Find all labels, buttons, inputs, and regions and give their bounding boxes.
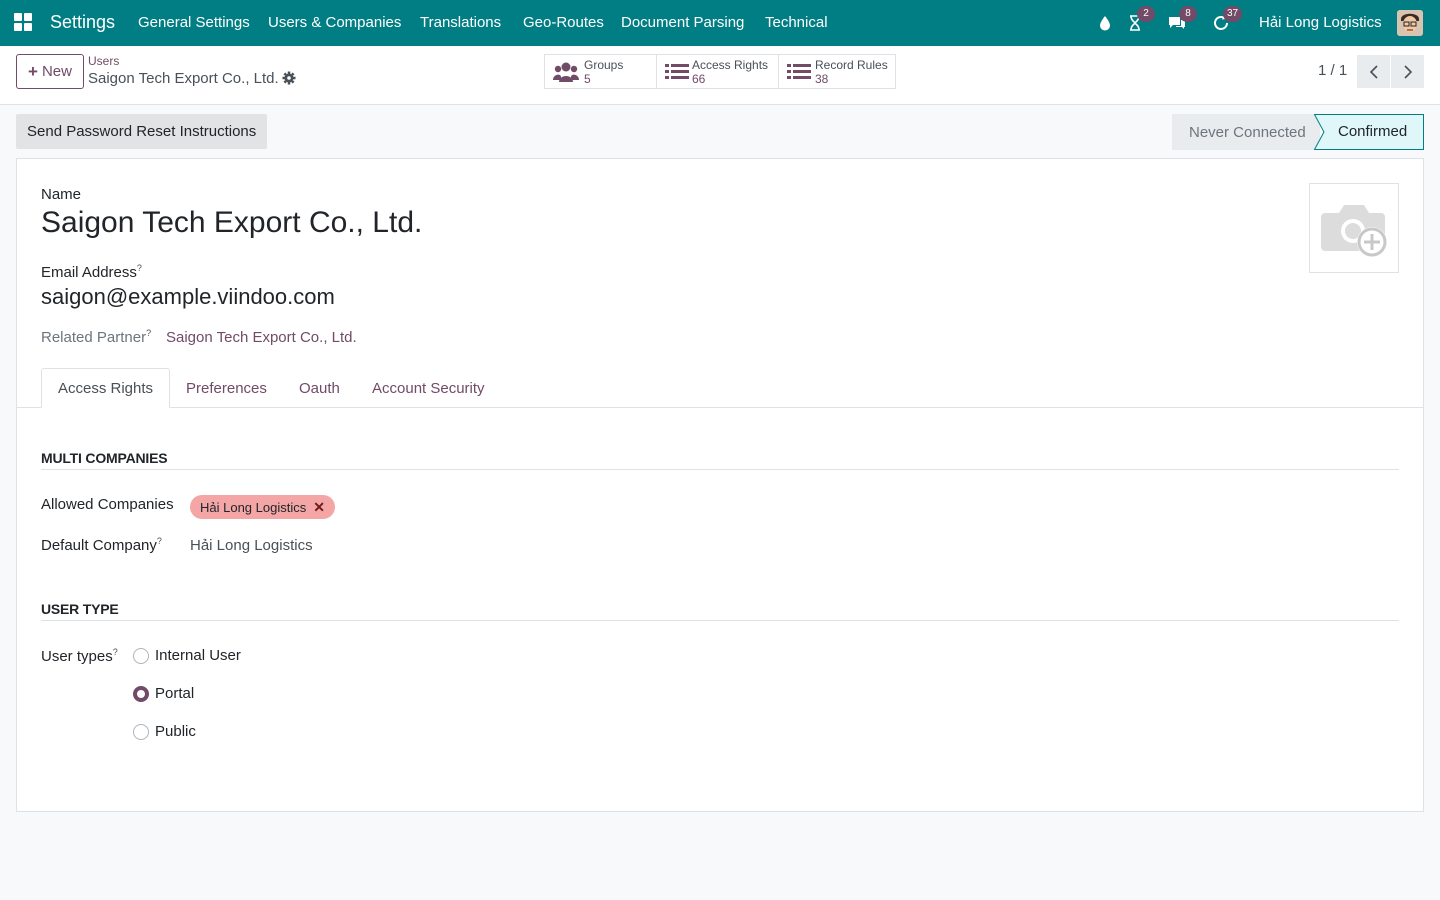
user-type-title: User Type: [41, 601, 119, 617]
new-button[interactable]: + New: [16, 54, 84, 89]
help-tooltip-icon[interactable]: ?: [146, 328, 151, 338]
list-icon: [787, 61, 811, 86]
access-rights-label: Access Rights: [692, 58, 769, 72]
radio-portal-label[interactable]: Portal: [155, 685, 194, 702]
top-navbar: Settings General Settings Users & Compan…: [0, 0, 1440, 46]
company-tag-label: Hải Long Logistics: [200, 499, 307, 515]
gear-icon[interactable]: [282, 71, 296, 85]
menu-translations[interactable]: Translations: [420, 14, 501, 31]
menu-users-companies[interactable]: Users & Companies: [268, 14, 401, 31]
radio-internal-user[interactable]: [133, 648, 149, 664]
app-name[interactable]: Settings: [50, 12, 115, 33]
camera-plus-icon: [1321, 205, 1387, 257]
menu-technical[interactable]: Technical: [765, 14, 828, 31]
users-group-icon: [553, 61, 579, 86]
stage-confirmed-label: Confirmed: [1338, 123, 1408, 140]
access-rights-smart-button[interactable]: Access Rights 66: [656, 54, 779, 89]
groups-smart-button[interactable]: Groups 5: [544, 54, 657, 89]
menu-document-parsing[interactable]: Document Parsing: [621, 14, 744, 31]
tab-account-security[interactable]: Account Security: [356, 368, 501, 408]
help-tooltip-icon[interactable]: ?: [113, 647, 118, 657]
name-field[interactable]: Saigon Tech Export Co., Ltd.: [41, 206, 422, 240]
control-panel: + New Users Saigon Tech Export Co., Ltd.…: [0, 46, 1440, 105]
related-partner-label: Related Partner?: [41, 328, 152, 346]
tab-oauth[interactable]: Oauth: [283, 368, 356, 408]
help-tooltip-icon[interactable]: ?: [157, 536, 162, 546]
record-rules-smart-button[interactable]: Record Rules 38: [778, 54, 896, 89]
separator-line: [41, 469, 1399, 470]
access-rights-count: 66: [692, 72, 706, 86]
updates-icon[interactable]: 37: [1209, 6, 1243, 35]
chevron-left-icon[interactable]: [1357, 55, 1390, 88]
default-company-label: Default Company?: [41, 536, 162, 554]
record-rules-label: Record Rules: [815, 58, 888, 72]
drop-icon[interactable]: [1093, 11, 1117, 35]
user-types-label: User types?: [41, 647, 118, 665]
chevron-right-icon[interactable]: [1391, 55, 1424, 88]
stage-confirmed[interactable]: Confirmed: [1314, 114, 1424, 150]
activity-badge: 2: [1137, 6, 1155, 22]
radio-public-label[interactable]: Public: [155, 723, 196, 740]
new-button-label: New: [41, 63, 72, 80]
radio-portal[interactable]: [133, 686, 149, 702]
groups-label: Groups: [584, 58, 624, 72]
send-password-reset-button[interactable]: Send Password Reset Instructions: [16, 114, 268, 149]
help-tooltip-icon[interactable]: ?: [137, 263, 142, 273]
email-field[interactable]: saigon@example.viindoo.com: [41, 284, 335, 310]
updates-badge: 37: [1223, 6, 1243, 22]
separator-line: [41, 620, 1399, 621]
breadcrumb-users[interactable]: Users: [88, 54, 119, 68]
activity-clock-icon[interactable]: 2: [1123, 6, 1155, 35]
multi-companies-title: Multi Companies: [41, 450, 168, 466]
breadcrumb-current: Saigon Tech Export Co., Ltd.: [88, 70, 279, 87]
form-sheet: Name Saigon Tech Export Co., Ltd. Email …: [16, 158, 1424, 812]
messages-badge: 8: [1179, 6, 1197, 22]
radio-public[interactable]: [133, 724, 149, 740]
name-label: Name: [41, 186, 82, 203]
user-avatar[interactable]: [1397, 10, 1423, 36]
default-company-field[interactable]: Hải Long Logistics: [190, 537, 313, 554]
app-menu-icon[interactable]: [14, 13, 32, 31]
list-icon: [665, 61, 689, 86]
avatar-upload[interactable]: [1309, 183, 1399, 273]
related-partner-link[interactable]: Saigon Tech Export Co., Ltd.: [166, 329, 357, 346]
company-switcher[interactable]: Hải Long Logistics: [1259, 14, 1382, 31]
plus-icon: +: [28, 61, 38, 81]
record-rules-count: 38: [815, 72, 829, 86]
pager-value[interactable]: 1 / 1: [1318, 62, 1347, 79]
email-label: Email Address?: [41, 263, 142, 281]
menu-geo-routes[interactable]: Geo-Routes: [523, 14, 604, 31]
radio-internal-user-label[interactable]: Internal User: [155, 647, 241, 664]
messages-icon[interactable]: 8: [1165, 6, 1197, 35]
tab-access-rights[interactable]: Access Rights: [41, 368, 171, 408]
stage-never-connected[interactable]: Never Connected: [1172, 114, 1320, 150]
groups-count: 5: [584, 72, 591, 86]
tab-preferences[interactable]: Preferences: [170, 368, 283, 408]
company-tag[interactable]: Hải Long Logistics ✕: [190, 495, 335, 519]
allowed-companies-label: Allowed Companies: [41, 496, 174, 513]
close-icon[interactable]: ✕: [313, 499, 325, 516]
menu-general-settings[interactable]: General Settings: [138, 14, 250, 31]
